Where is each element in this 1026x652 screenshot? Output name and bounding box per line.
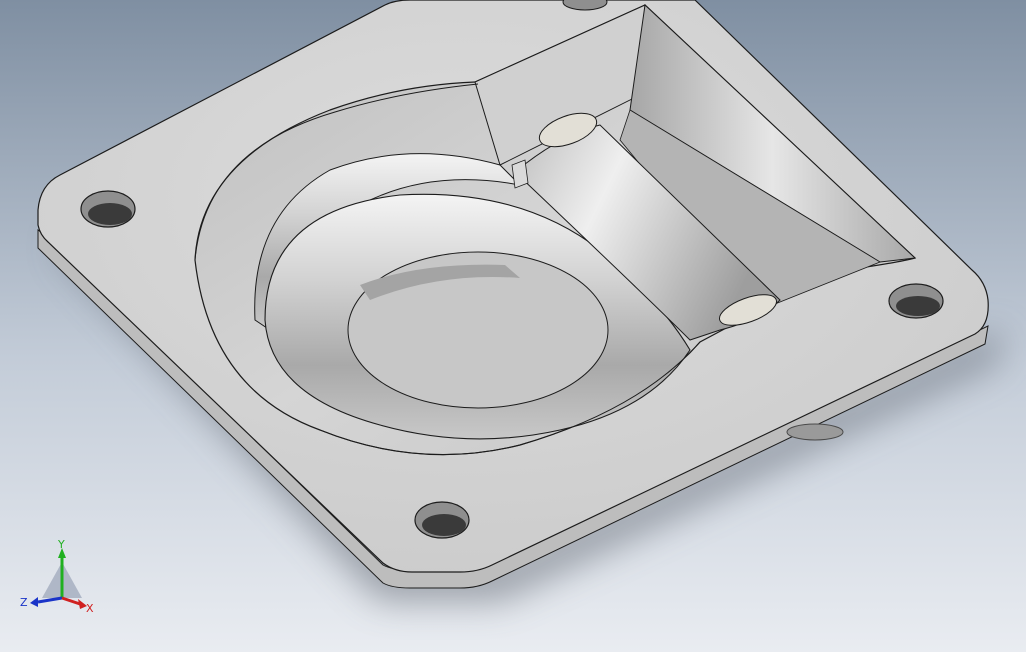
- z-axis-line: [37, 596, 63, 604]
- reference-triad[interactable]: Y Z X: [18, 540, 102, 616]
- z-axis-label: Z: [20, 596, 28, 609]
- bolt-hole-bottom-left: [414, 501, 470, 539]
- z-axis-arrow: [30, 597, 38, 607]
- graphics-viewport[interactable]: Y Z X: [0, 0, 1026, 652]
- bolt-hole-top-left: [80, 190, 136, 228]
- hinge-clip: [511, 159, 529, 189]
- underside-fastener: [786, 423, 844, 441]
- x-axis-label: X: [86, 602, 94, 615]
- y-axis-label: Y: [57, 540, 65, 551]
- bolt-hole-right: [888, 283, 944, 319]
- model-view[interactable]: [0, 0, 1026, 652]
- x-axis-line: [61, 596, 81, 606]
